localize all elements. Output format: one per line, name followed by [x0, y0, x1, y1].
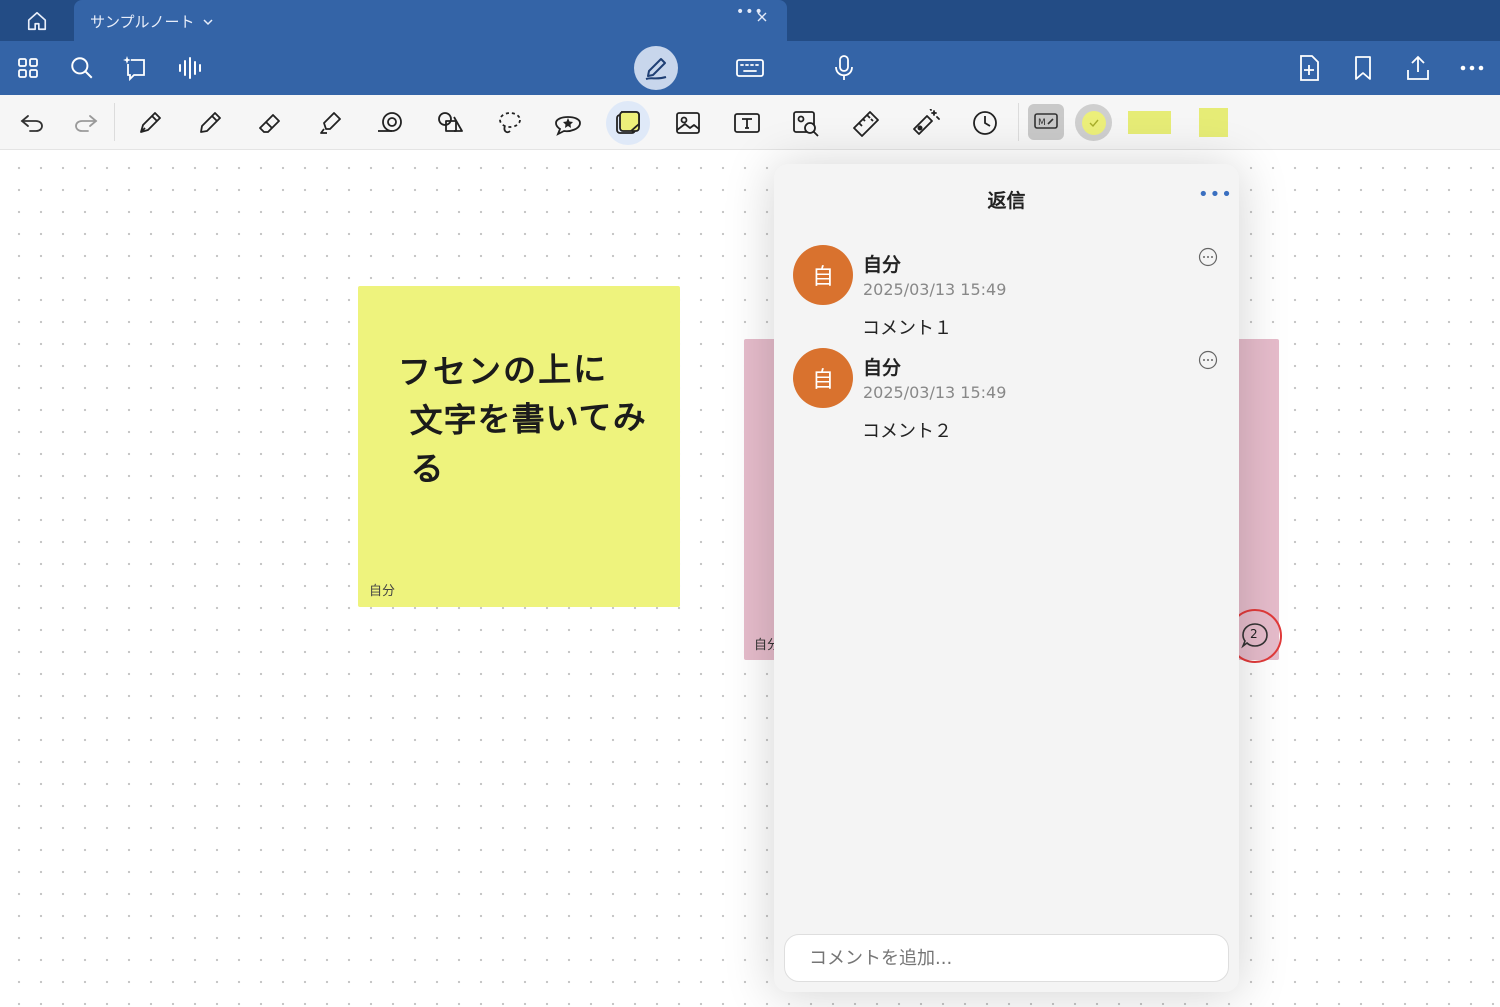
selected-color-swatch — [1081, 110, 1106, 135]
sticky-author: 自分 — [369, 584, 396, 599]
sticky-handwriting-line2: 文字を書いてみる — [409, 397, 647, 489]
fountain-pen-icon[interactable] — [128, 101, 172, 145]
textbox-icon[interactable] — [725, 101, 769, 145]
tools-bar: M — [0, 95, 1500, 150]
main-toolbar — [0, 41, 1500, 95]
comment-timestamp: 2025/03/13 15:49 — [863, 280, 1007, 299]
avatar: 自 — [793, 348, 853, 408]
undo-icon[interactable] — [10, 101, 54, 145]
comment-more-icon[interactable] — [1198, 350, 1218, 370]
laser-pointer-icon[interactable] — [903, 101, 947, 145]
comment-text: コメント１ — [862, 318, 952, 339]
sticky-mode-button[interactable]: M — [1028, 104, 1064, 140]
add-page-icon[interactable] — [1287, 41, 1331, 95]
comment-author: 自分 — [863, 254, 902, 276]
home-icon — [26, 10, 48, 32]
lasso-ai-icon[interactable] — [114, 41, 158, 95]
keyboard-icon[interactable] — [728, 41, 772, 95]
comment-input[interactable] — [784, 934, 1229, 982]
chevron-down-icon — [203, 17, 213, 27]
sticky-size-square-swatch[interactable] — [1199, 108, 1228, 137]
highlighter-icon[interactable] — [308, 101, 352, 145]
sticky-handwriting-line1: フセンの上に — [397, 349, 609, 392]
more-icon[interactable] — [1450, 41, 1494, 95]
sticky-note-yellow[interactable]: フセンの上に 文字を書いてみる 自分 — [358, 286, 680, 607]
image-icon[interactable] — [666, 101, 710, 145]
comment-author: 自分 — [863, 357, 902, 379]
lasso-icon[interactable] — [488, 101, 532, 145]
sticker-icon[interactable] — [546, 101, 590, 145]
clock-icon[interactable] — [963, 101, 1007, 145]
pencil-icon[interactable] — [188, 101, 232, 145]
panel-title: 返信 — [987, 190, 1026, 212]
image-search-icon[interactable] — [784, 101, 828, 145]
reply-panel: 返信 ••• 自 自分 2025/03/13 15:49 コメント１ 自 自分 … — [774, 164, 1239, 992]
home-button[interactable] — [0, 0, 74, 41]
divider — [1018, 103, 1019, 141]
shapes-icon[interactable] — [428, 101, 472, 145]
tab-title-group[interactable]: サンプルノート — [90, 11, 213, 32]
avatar: 自 — [793, 245, 853, 305]
microphone-icon[interactable] — [822, 41, 866, 95]
grid-icon[interactable] — [6, 41, 50, 95]
comment-item: 自 自分 2025/03/13 15:49 コメント２ — [774, 348, 1239, 448]
audio-wave-icon[interactable] — [168, 41, 212, 95]
tab-title: サンプルノート — [90, 13, 195, 31]
tape-icon[interactable] — [368, 101, 412, 145]
pen-mode-icon — [642, 54, 670, 82]
comment-text: コメント２ — [862, 421, 952, 442]
checkmark-icon — [1089, 119, 1099, 127]
search-icon[interactable] — [60, 41, 104, 95]
eraser-icon[interactable] — [248, 101, 292, 145]
panel-more-button[interactable]: ••• — [1198, 184, 1233, 205]
tab-sample-note[interactable]: サンプルノート ••• — [74, 0, 787, 41]
comment-item: 自 自分 2025/03/13 15:49 コメント１ — [774, 245, 1239, 345]
tab-close-icon[interactable] — [757, 12, 767, 22]
bookmark-icon[interactable] — [1341, 41, 1385, 95]
share-icon[interactable] — [1396, 41, 1440, 95]
redo-icon[interactable] — [64, 101, 108, 145]
color-picker-button[interactable] — [1075, 104, 1112, 141]
ruler-icon[interactable] — [844, 101, 888, 145]
sticky-size-wide-swatch[interactable] — [1128, 111, 1171, 134]
tab-bar: サンプルノート ••• — [0, 0, 1500, 41]
comment-timestamp: 2025/03/13 15:49 — [863, 383, 1007, 402]
sticky-note-icon[interactable] — [606, 101, 650, 145]
divider — [114, 103, 115, 141]
pen-mode-button[interactable] — [634, 46, 678, 90]
svg-text:M: M — [1038, 118, 1046, 128]
comment-more-icon[interactable] — [1198, 247, 1218, 267]
